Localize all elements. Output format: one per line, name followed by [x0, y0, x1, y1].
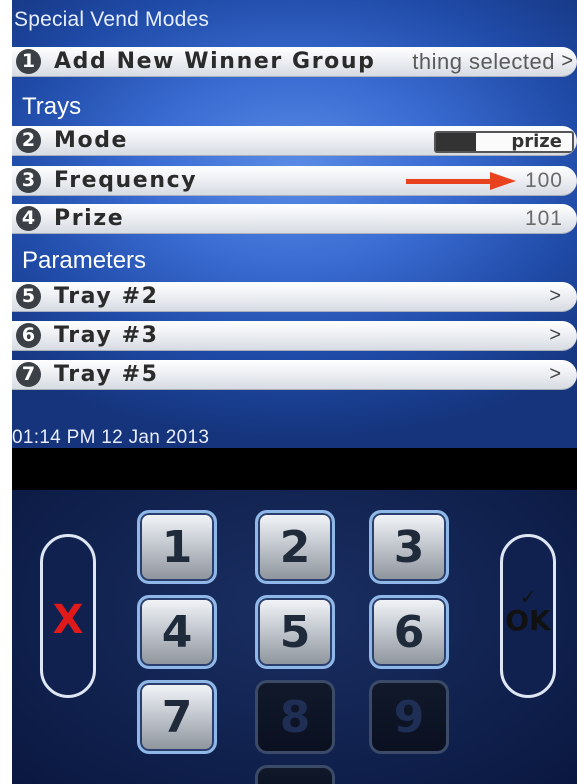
screen-bezel	[12, 448, 577, 490]
chevron-right-icon: >	[549, 324, 561, 346]
key-5[interactable]: 5	[255, 595, 335, 669]
row-number-badge: 7	[16, 362, 41, 387]
tray-2-row[interactable]: 5 Tray #2 >	[12, 282, 577, 312]
row-value: thing selected	[412, 49, 555, 74]
key-2[interactable]: 2	[255, 510, 335, 584]
chevron-right-icon: >	[549, 285, 561, 307]
row-number-badge: 1	[16, 49, 41, 74]
chevron-right-icon: >	[549, 363, 561, 385]
row-label: Tray #2	[54, 284, 159, 309]
cancel-x-icon: X	[52, 597, 84, 643]
keypad-panel: X ✓ OK 1 2 3 4 5 6 7 8 9	[12, 490, 577, 784]
row-value: 101	[524, 207, 563, 230]
row-label: Prize	[54, 206, 125, 231]
mode-toggle[interactable]: prize	[434, 131, 574, 153]
row-number-badge: 4	[16, 206, 41, 231]
row-label: Mode	[54, 128, 129, 153]
row-label: Frequency	[54, 168, 198, 193]
toggle-knob	[436, 133, 476, 151]
key-3[interactable]: 3	[369, 510, 449, 584]
row-value: 100	[524, 169, 563, 192]
status-datetime: 01:14 PM 12 Jan 2013	[12, 427, 210, 448]
tray-3-row[interactable]: 6 Tray #3 >	[12, 321, 577, 351]
cancel-button[interactable]: X	[40, 534, 96, 698]
ok-button[interactable]: ✓ OK	[500, 534, 556, 698]
tray-5-row[interactable]: 7 Tray #5 >	[12, 360, 577, 390]
row-number-badge: 5	[16, 284, 41, 309]
row-number-badge: 2	[16, 128, 41, 153]
key-4[interactable]: 4	[137, 595, 217, 669]
page-title: Special Vend Modes	[14, 8, 210, 31]
arrow-right-icon	[406, 172, 516, 190]
arrow-shaft	[406, 179, 494, 184]
arrow-head	[490, 172, 516, 190]
vend-screen: Special Vend Modes 1 Add New Winner Grou…	[12, 0, 577, 448]
row-number-badge: 6	[16, 323, 41, 348]
ok-label: OK	[505, 604, 551, 637]
chevron-right-icon: >	[561, 50, 573, 72]
row-label: Tray #5	[54, 362, 159, 387]
mode-row[interactable]: 2 Mode prize	[12, 126, 577, 156]
key-7[interactable]: 7	[137, 680, 217, 754]
add-winner-group-row[interactable]: 1 Add New Winner Group thing selected >	[12, 47, 577, 77]
prize-row[interactable]: 4 Prize 101	[12, 204, 577, 234]
key-6[interactable]: 6	[369, 595, 449, 669]
row-label: Tray #3	[54, 323, 159, 348]
key-9[interactable]: 9	[369, 680, 449, 754]
row-number-badge: 3	[16, 168, 41, 193]
key-8[interactable]: 8	[255, 680, 335, 754]
toggle-value: prize	[511, 131, 562, 152]
key-partial[interactable]	[255, 765, 335, 784]
ok-label-wrap: ✓ OK	[503, 588, 553, 637]
section-parameters: Parameters	[22, 247, 147, 274]
vending-device: Special Vend Modes 1 Add New Winner Grou…	[0, 0, 577, 784]
section-trays: Trays	[22, 93, 82, 120]
key-1[interactable]: 1	[137, 510, 217, 584]
row-label: Add New Winner Group	[54, 49, 376, 74]
